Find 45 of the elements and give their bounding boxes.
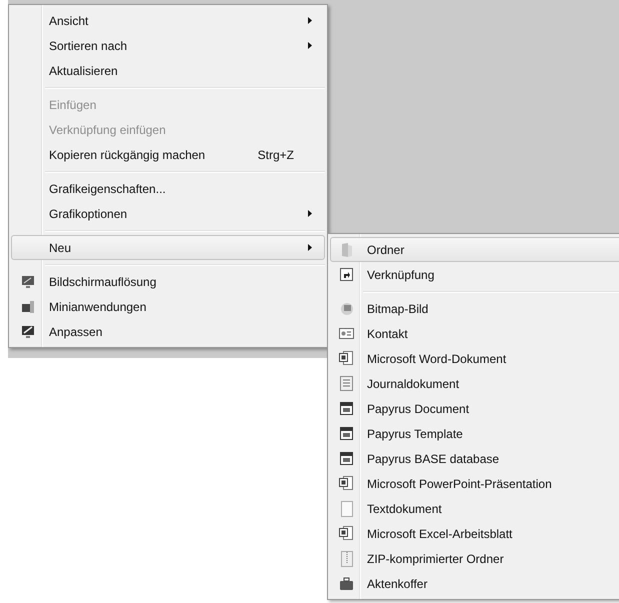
submenu-arrow-icon — [308, 210, 312, 217]
menu-item[interactable]: Anpassen — [11, 319, 325, 344]
menu-item[interactable]: Aktenkoffer — [330, 571, 619, 596]
menu-item[interactable]: ZIP-komprimierter Ordner — [330, 546, 619, 571]
window-icon — [340, 402, 353, 415]
menu-item[interactable]: Microsoft Excel-Arbeitsblatt — [330, 521, 619, 546]
menu-item[interactable]: Textdokument — [330, 496, 619, 521]
document-icon — [339, 526, 354, 541]
document-icon — [339, 351, 354, 366]
contact-card-icon — [339, 328, 354, 339]
window-icon — [340, 427, 353, 440]
journal-icon — [340, 376, 353, 391]
menu-item[interactable]: Verknüpfung — [330, 262, 619, 287]
menu-item[interactable]: Journaldokument — [330, 371, 619, 396]
menu-item[interactable]: Papyrus Template — [330, 421, 619, 446]
menu-item[interactable]: Papyrus BASE database — [330, 446, 619, 471]
menu-item[interactable]: Microsoft Word-Dokument — [330, 346, 619, 371]
image-icon — [340, 302, 354, 316]
briefcase-icon — [339, 576, 354, 590]
menu-item[interactable]: Ordner — [330, 237, 619, 262]
menu-item[interactable]: Bildschirmauflösung — [11, 269, 325, 294]
menu-item[interactable]: Sortieren nach — [11, 33, 325, 58]
menu-item[interactable]: Grafikoptionen — [11, 201, 325, 226]
text-file-icon — [340, 500, 352, 516]
monitor-brush-icon — [21, 324, 35, 338]
folder-icon — [340, 242, 354, 258]
menu-item[interactable]: Grafikeigenschaften... — [11, 176, 325, 201]
menu-item[interactable]: Kontakt — [330, 321, 619, 346]
menu-item[interactable]: Bitmap-Bild — [330, 296, 619, 321]
monitor-icon — [21, 274, 35, 288]
document-icon — [339, 476, 354, 491]
submenu-arrow-icon — [308, 42, 312, 49]
submenu-arrow-icon — [308, 244, 312, 251]
window-icon — [340, 452, 353, 465]
submenu-arrow-icon — [308, 17, 312, 24]
menu-item[interactable]: Ansicht — [11, 8, 325, 33]
zip-folder-icon — [340, 550, 352, 566]
menu-item[interactable]: Papyrus Document — [330, 396, 619, 421]
gadgets-icon — [21, 300, 35, 314]
menu-item[interactable]: Neu — [11, 235, 325, 260]
menu-item[interactable]: Microsoft PowerPoint-Präsentation — [330, 471, 619, 496]
menu-item[interactable]: Minianwendungen — [11, 294, 325, 319]
menu-item[interactable]: Kopieren rückgängig machen Strg+Z — [11, 142, 325, 167]
shortcut-label: Strg+Z — [258, 148, 294, 162]
menu-item[interactable]: Aktualisieren — [11, 58, 325, 83]
